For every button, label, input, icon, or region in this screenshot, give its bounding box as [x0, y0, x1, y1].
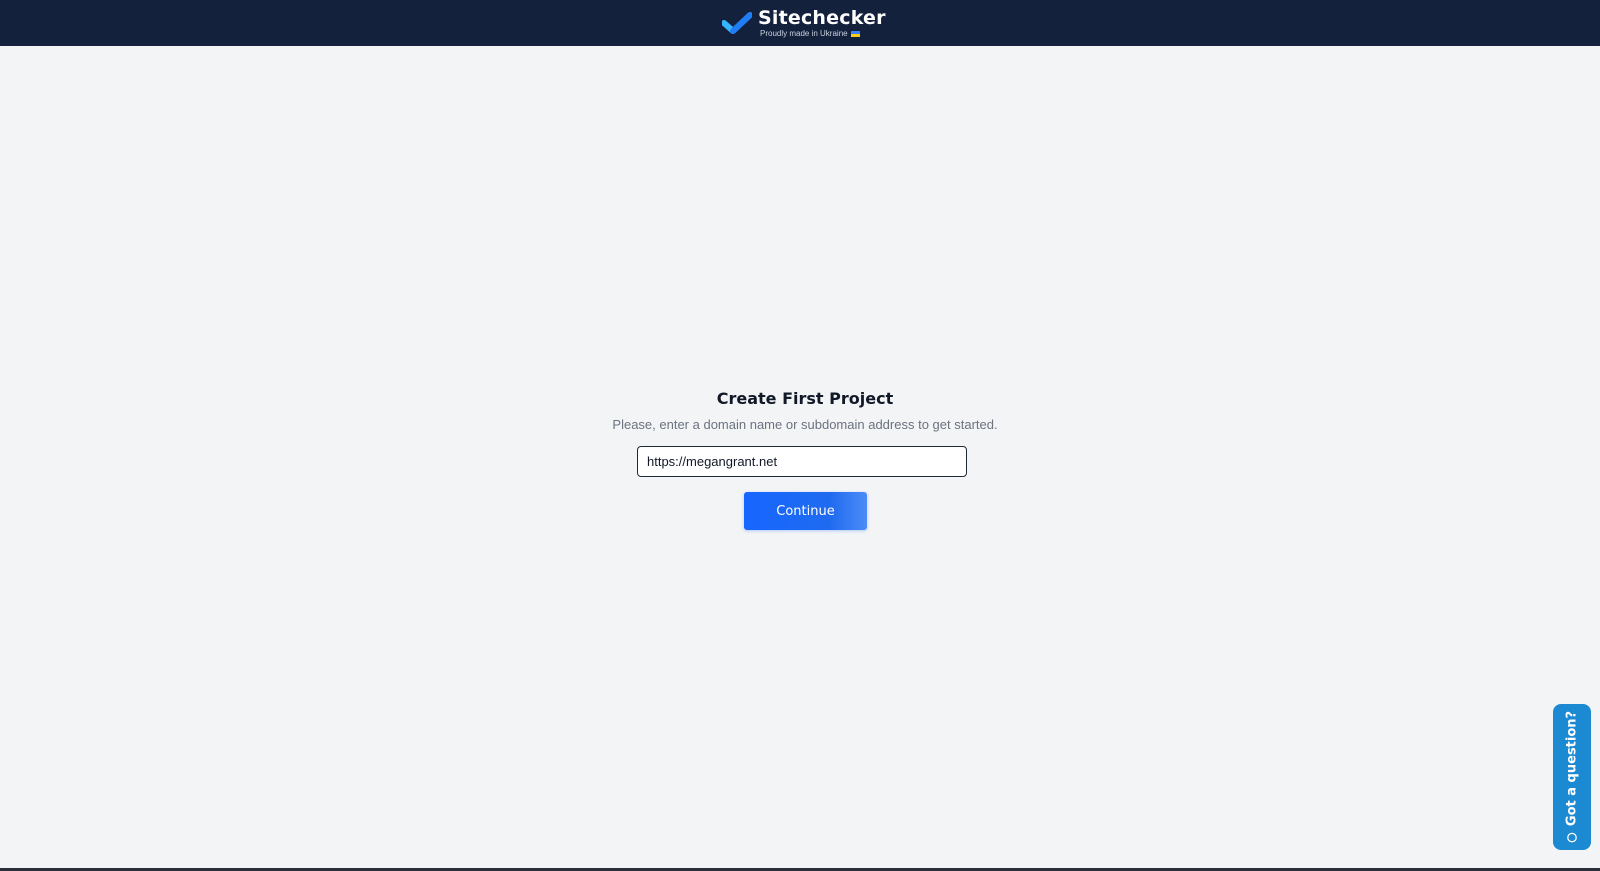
ukraine-flag-icon — [850, 30, 860, 37]
question-tab-content: Got a question? — [1565, 711, 1580, 843]
page: Sitechecker Proudly made in Ukraine Crea… — [0, 0, 1600, 871]
logo-text: Sitechecker Proudly made in Ukraine — [758, 6, 886, 38]
check-mark-logo-icon — [722, 12, 752, 34]
continue-button[interactable]: Continue — [744, 492, 867, 530]
top-bar: Sitechecker Proudly made in Ukraine — [0, 0, 1600, 46]
tagline-row: Proudly made in Ukraine — [760, 28, 886, 38]
page-title: Create First Project — [716, 389, 894, 408]
chat-bubble-icon — [1567, 832, 1577, 843]
domain-url-input[interactable] — [637, 446, 967, 477]
got-a-question-tab[interactable]: Got a question? — [1553, 704, 1591, 850]
tagline: Proudly made in Ukraine — [760, 28, 848, 38]
brand-name: Sitechecker — [758, 6, 886, 29]
page-subtitle: Please, enter a domain name or subdomain… — [612, 417, 998, 432]
question-tab-label: Got a question? — [1564, 710, 1580, 827]
sitechecker-logo[interactable]: Sitechecker Proudly made in Ukraine — [722, 7, 886, 39]
